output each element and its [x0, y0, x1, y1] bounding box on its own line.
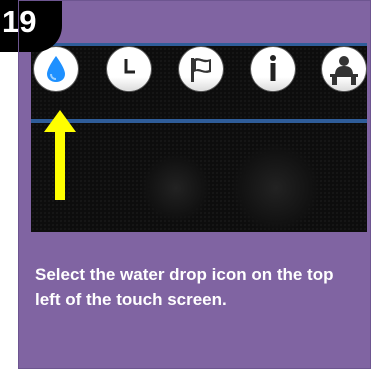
yellow-arrow-icon — [44, 110, 76, 200]
clock-button[interactable] — [107, 47, 151, 91]
flag-button[interactable] — [179, 47, 223, 91]
info-icon — [270, 55, 276, 81]
step-number: 19 — [2, 4, 37, 39]
info-button[interactable] — [251, 47, 295, 91]
background-object — [141, 153, 211, 223]
flag-icon — [191, 58, 211, 82]
toolbar-divider-bar — [31, 119, 367, 123]
operator-icon — [330, 56, 358, 85]
clock-icon — [124, 59, 135, 74]
operator-button[interactable] — [322, 47, 366, 91]
background-object — [231, 143, 321, 232]
water-drop-icon — [47, 56, 65, 82]
step-badge: 19 — [0, 0, 62, 52]
water-drop-button[interactable] — [34, 47, 78, 91]
instruction-text: Select the water drop icon on the top le… — [35, 265, 334, 309]
top-accent-bar — [31, 43, 367, 46]
